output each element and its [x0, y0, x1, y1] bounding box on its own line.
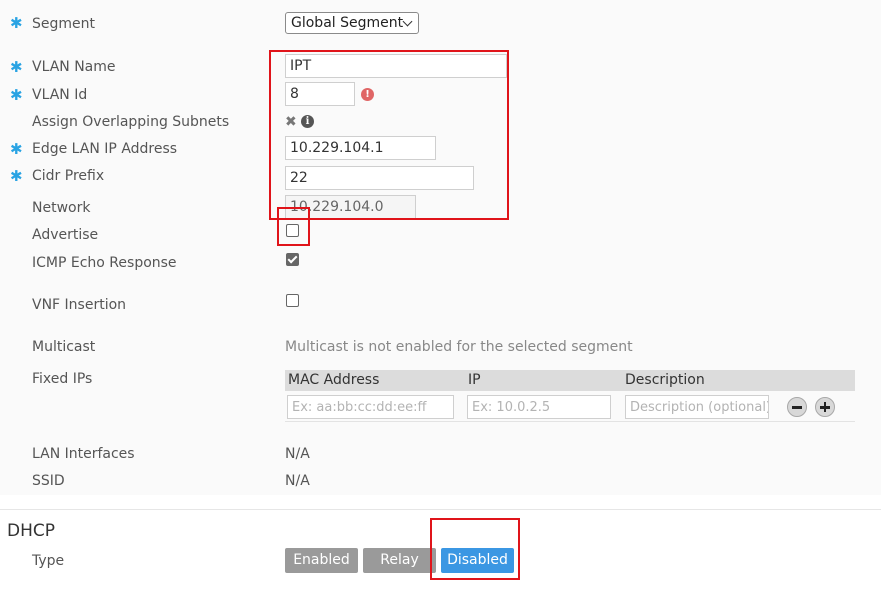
dhcp-relay-button[interactable]: Relay: [363, 548, 436, 573]
required-asterisk-icon: ✱: [10, 86, 23, 104]
dhcp-type-label: Type: [32, 553, 65, 569]
mac-address-input[interactable]: Ex: aa:bb:cc:dd:ee:ff: [287, 395, 454, 419]
required-asterisk-icon: ✱: [10, 58, 23, 76]
column-header-description: Description: [625, 372, 705, 388]
add-row-icon[interactable]: [815, 397, 835, 417]
fixed-ips-row-divider: [285, 421, 855, 422]
section-divider: [0, 509, 881, 510]
lan-interfaces-value: N/A: [285, 446, 310, 462]
column-header-ip: IP: [468, 372, 481, 388]
cidr-prefix-label: Cidr Prefix: [32, 168, 105, 184]
lan-interfaces-label: LAN Interfaces: [32, 446, 135, 462]
icmp-echo-label: ICMP Echo Response: [32, 255, 177, 271]
chevron-down-icon: [402, 16, 413, 27]
required-asterisk-icon: ✱: [10, 167, 23, 185]
highlight-box-advertise: [277, 207, 310, 246]
vlan-id-label: VLAN Id: [32, 87, 88, 103]
segment-select-value: Global Segment: [291, 15, 404, 31]
dhcp-enabled-button[interactable]: Enabled: [285, 548, 358, 573]
network-label: Network: [32, 200, 91, 216]
ip-placeholder: Ex: 10.0.2.5: [472, 400, 551, 415]
dhcp-section-title: DHCP: [7, 521, 55, 541]
fixed-ips-table-header: MAC Address IP Description: [285, 370, 855, 391]
multicast-label: Multicast: [32, 339, 96, 355]
icmp-echo-checkbox[interactable]: [286, 253, 299, 266]
multicast-status: Multicast is not enabled for the selecte…: [285, 339, 633, 355]
highlight-box-dhcp-disabled: [430, 518, 520, 580]
ssid-value: N/A: [285, 473, 310, 489]
edge-lan-ip-label: Edge LAN IP Address: [32, 141, 178, 157]
vnf-insertion-checkbox[interactable]: [286, 294, 299, 307]
ip-input[interactable]: Ex: 10.0.2.5: [467, 395, 611, 419]
description-input[interactable]: Description (optional): [625, 395, 769, 419]
column-header-mac: MAC Address: [288, 372, 380, 388]
required-asterisk-icon: ✱: [10, 14, 23, 32]
segment-select[interactable]: Global Segment: [285, 12, 419, 34]
highlight-box-ip-fields: [269, 50, 509, 220]
vnf-insertion-label: VNF Insertion: [32, 297, 127, 313]
advertise-label: Advertise: [32, 227, 99, 243]
assign-overlapping-subnets-label: Assign Overlapping Subnets: [32, 114, 230, 130]
mac-address-placeholder: Ex: aa:bb:cc:dd:ee:ff: [292, 400, 427, 415]
ssid-label: SSID: [32, 473, 65, 489]
description-placeholder: Description (optional): [630, 400, 769, 415]
segment-label: Segment: [32, 16, 95, 32]
required-asterisk-icon: ✱: [10, 140, 23, 158]
vlan-name-label: VLAN Name: [32, 59, 116, 75]
remove-row-icon[interactable]: [787, 397, 807, 417]
fixed-ips-label: Fixed IPs: [32, 371, 93, 387]
